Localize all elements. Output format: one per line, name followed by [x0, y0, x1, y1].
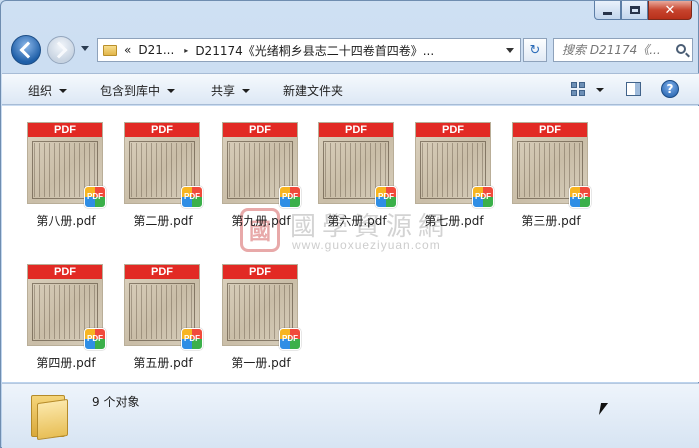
forward-arrow-icon: [50, 41, 68, 59]
pdf-band-label: PDF: [28, 265, 102, 279]
pdf-app-icon: PDF: [181, 328, 203, 350]
organize-menu[interactable]: 组织: [28, 82, 68, 99]
maximize-icon: [629, 6, 640, 14]
file-name: 第四册.pdf: [36, 356, 96, 370]
file-name: 第二册.pdf: [133, 214, 193, 228]
pdf-badge-label: PDF: [282, 192, 298, 201]
file-item[interactable]: PDF PDF 第一册.pdf: [217, 255, 307, 373]
minimize-icon: [603, 11, 612, 15]
pdf-badge-label: PDF: [282, 334, 298, 343]
pdf-band-label: PDF: [416, 123, 490, 137]
refresh-icon: ↻: [529, 42, 541, 58]
file-item[interactable]: PDF PDF 第四册.pdf: [22, 255, 112, 373]
pdf-app-icon: PDF: [279, 328, 301, 350]
search-box[interactable]: [553, 38, 693, 62]
share-menu[interactable]: 共享: [211, 82, 251, 99]
command-bar: 组织 包含到库中 共享 新建文件夹 ?: [2, 73, 699, 105]
breadcrumb-separator-icon[interactable]: ▸: [184, 46, 188, 55]
pdf-app-icon: PDF: [84, 186, 106, 208]
folder-icon: [103, 44, 117, 56]
refresh-button[interactable]: ↻: [523, 38, 547, 62]
file-list: 國 國學資源網 www.guoxueziyuan.com PDF PDF 第八册.p…: [2, 106, 699, 382]
item-count: 9 个对象: [92, 395, 140, 409]
address-bar[interactable]: « D21... ▸ D21174《光绪桐乡县志二十四卷首四卷》...: [97, 38, 521, 62]
recent-pages-dropdown[interactable]: [81, 46, 89, 51]
include-in-library-label: 包含到库中: [100, 84, 161, 98]
views-dropdown-icon[interactable]: [596, 88, 604, 92]
file-item[interactable]: PDF PDF 第二册.pdf: [119, 113, 209, 231]
views-icon[interactable]: [571, 82, 585, 96]
back-button[interactable]: [11, 35, 41, 65]
search-icon[interactable]: [676, 44, 686, 54]
forward-button[interactable]: [47, 36, 75, 64]
new-folder-label: 新建文件夹: [283, 84, 344, 98]
pdf-band-label: PDF: [223, 265, 297, 279]
pdf-badge-label: PDF: [87, 334, 103, 343]
pdf-badge-label: PDF: [184, 192, 200, 201]
file-name: 第三册.pdf: [521, 214, 581, 228]
watermark-url: www.guoxueziyuan.com: [292, 238, 441, 252]
pdf-badge-label: PDF: [475, 192, 491, 201]
pdf-app-icon: PDF: [279, 186, 301, 208]
pdf-badge-label: PDF: [378, 192, 394, 201]
pdf-app-icon: PDF: [375, 186, 397, 208]
new-folder-button[interactable]: 新建文件夹: [283, 82, 343, 99]
help-icon[interactable]: ?: [661, 80, 679, 98]
help-glyph: ?: [666, 82, 674, 96]
search-input[interactable]: [562, 43, 674, 57]
back-arrow-icon: [19, 41, 37, 59]
file-item[interactable]: PDF PDF 第七册.pdf: [410, 113, 500, 231]
file-item[interactable]: PDF PDF 第六册.pdf: [313, 113, 403, 231]
breadcrumb-overflow[interactable]: «: [124, 43, 131, 57]
mouse-cursor-icon: [598, 403, 609, 415]
maximize-button[interactable]: [621, 1, 648, 20]
file-item[interactable]: PDF PDF 第九册.pdf: [217, 113, 307, 231]
pdf-app-icon: PDF: [181, 186, 203, 208]
pdf-badge-label: PDF: [184, 334, 200, 343]
chevron-down-icon: [242, 88, 251, 93]
chevron-down-icon: [59, 88, 68, 93]
pdf-band-label: PDF: [28, 123, 102, 137]
share-label: 共享: [211, 84, 236, 98]
pdf-band-label: PDF: [319, 123, 393, 137]
close-icon: ✕: [664, 2, 676, 18]
file-item[interactable]: PDF PDF 第三册.pdf: [507, 113, 597, 231]
pdf-badge-label: PDF: [87, 192, 103, 201]
pdf-app-icon: PDF: [84, 328, 106, 350]
file-name: 第八册.pdf: [36, 214, 96, 228]
pdf-app-icon: PDF: [569, 186, 591, 208]
file-name: 第五册.pdf: [133, 356, 193, 370]
breadcrumb-current[interactable]: D21174《光绪桐乡县志二十四卷首四卷》...: [195, 42, 434, 59]
address-dropdown-icon[interactable]: [506, 48, 514, 53]
pdf-band-label: PDF: [125, 123, 199, 137]
file-item[interactable]: PDF PDF 第五册.pdf: [119, 255, 209, 373]
explorer-window: ✕ « D21... ▸ D21174《光绪桐乡县志二十四卷首四卷》... ↻ …: [0, 0, 699, 448]
file-item[interactable]: PDF PDF 第八册.pdf: [22, 113, 112, 231]
include-in-library-menu[interactable]: 包含到库中: [100, 82, 176, 99]
pdf-app-icon: PDF: [472, 186, 494, 208]
navigation-bar: « D21... ▸ D21174《光绪桐乡县志二十四卷首四卷》... ↻: [1, 31, 699, 69]
organize-label: 组织: [28, 84, 53, 98]
file-name: 第六册.pdf: [327, 214, 387, 228]
file-name: 第九册.pdf: [231, 214, 291, 228]
details-pane: 9 个对象: [2, 383, 699, 448]
file-name: 第一册.pdf: [231, 356, 291, 370]
pdf-band-label: PDF: [223, 123, 297, 137]
pdf-badge-label: PDF: [572, 192, 588, 201]
caption-buttons: ✕: [594, 1, 692, 20]
pdf-band-label: PDF: [125, 265, 199, 279]
chevron-down-icon: [167, 88, 176, 93]
preview-pane-icon[interactable]: [626, 82, 641, 96]
pdf-band-label: PDF: [513, 123, 587, 137]
file-name: 第七册.pdf: [424, 214, 484, 228]
breadcrumb-root[interactable]: D21...: [138, 43, 174, 57]
folder-large-icon: [29, 392, 69, 441]
close-button[interactable]: ✕: [648, 1, 692, 20]
minimize-button[interactable]: [594, 1, 621, 20]
